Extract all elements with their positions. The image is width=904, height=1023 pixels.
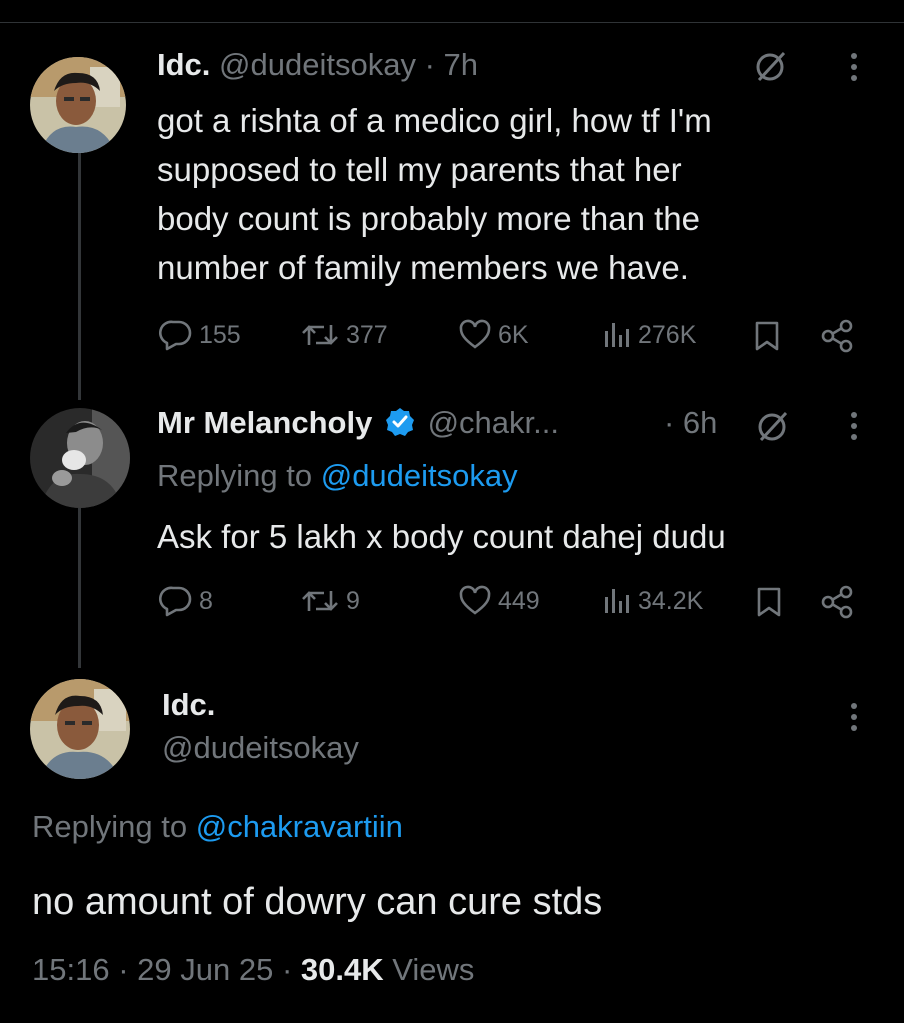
more-options-icon[interactable] [851,703,857,736]
tweet-text: got a rishta of a medico girl, how tf I'… [157,102,712,286]
bookmark-icon[interactable] [755,586,783,623]
thread-connector-line [78,508,81,668]
like-button[interactable]: 449 [458,585,540,617]
thread-connector-line [78,150,81,400]
share-icon[interactable] [820,318,856,359]
views-count: 30.4K [300,952,384,987]
tweet-text: Ask for 5 lakh x body count dahej dudu [157,518,726,555]
display-name[interactable]: Mr Melancholy [157,405,372,440]
views-button[interactable]: 34.2K [602,585,703,617]
display-name[interactable]: Idc. [162,685,215,725]
timestamp[interactable]: · 7h [425,47,478,82]
heart-icon [459,319,491,349]
avatar-idc[interactable] [30,57,126,153]
tweet-text: no amount of dowry can cure stds [32,881,603,923]
grok-icon[interactable] [755,408,791,449]
display-name[interactable]: Idc. [157,47,210,82]
share-icon[interactable] [820,584,856,625]
reply-button[interactable]: 155 [159,319,241,351]
avatar-mr-melancholy[interactable] [30,408,130,508]
views-bar-icon [605,323,629,347]
reply-button[interactable]: 8 [159,585,213,617]
repost-icon [302,325,338,345]
repost-icon [302,591,338,611]
verified-badge-icon [385,407,415,447]
views-label: Views [392,952,475,987]
grok-icon[interactable] [753,48,789,89]
top-divider [0,22,904,23]
handle[interactable]: @chakr... [428,405,559,440]
more-options-icon[interactable] [851,53,857,86]
reply-icon [159,320,192,351]
more-options-icon[interactable] [851,412,857,445]
repost-button[interactable]: 377 [300,319,388,351]
bookmark-icon[interactable] [753,320,781,357]
mention-link[interactable]: @chakravartiin [196,809,403,844]
replying-to: Replying to @dudeitsokay [157,458,518,493]
reply-icon [159,586,192,617]
views-button[interactable]: 276K [602,319,696,351]
tweet-meta: 15:16 · 29 Jun 25 · 30.4K Views [32,952,475,987]
timestamp[interactable]: · 6h [664,403,717,443]
tweet-time[interactable]: 15:16 [32,952,110,987]
replying-to: Replying to @chakravartiin [32,809,403,844]
heart-icon [459,585,491,615]
tweet-date[interactable]: 29 Jun 25 [137,952,273,987]
handle[interactable]: @dudeitsokay [219,47,416,82]
avatar-idc[interactable] [30,679,130,779]
handle[interactable]: @dudeitsokay [162,728,359,768]
repost-button[interactable]: 9 [300,585,360,617]
views-bar-icon [605,589,629,613]
mention-link[interactable]: @dudeitsokay [321,458,518,493]
like-button[interactable]: 6K [458,319,529,351]
